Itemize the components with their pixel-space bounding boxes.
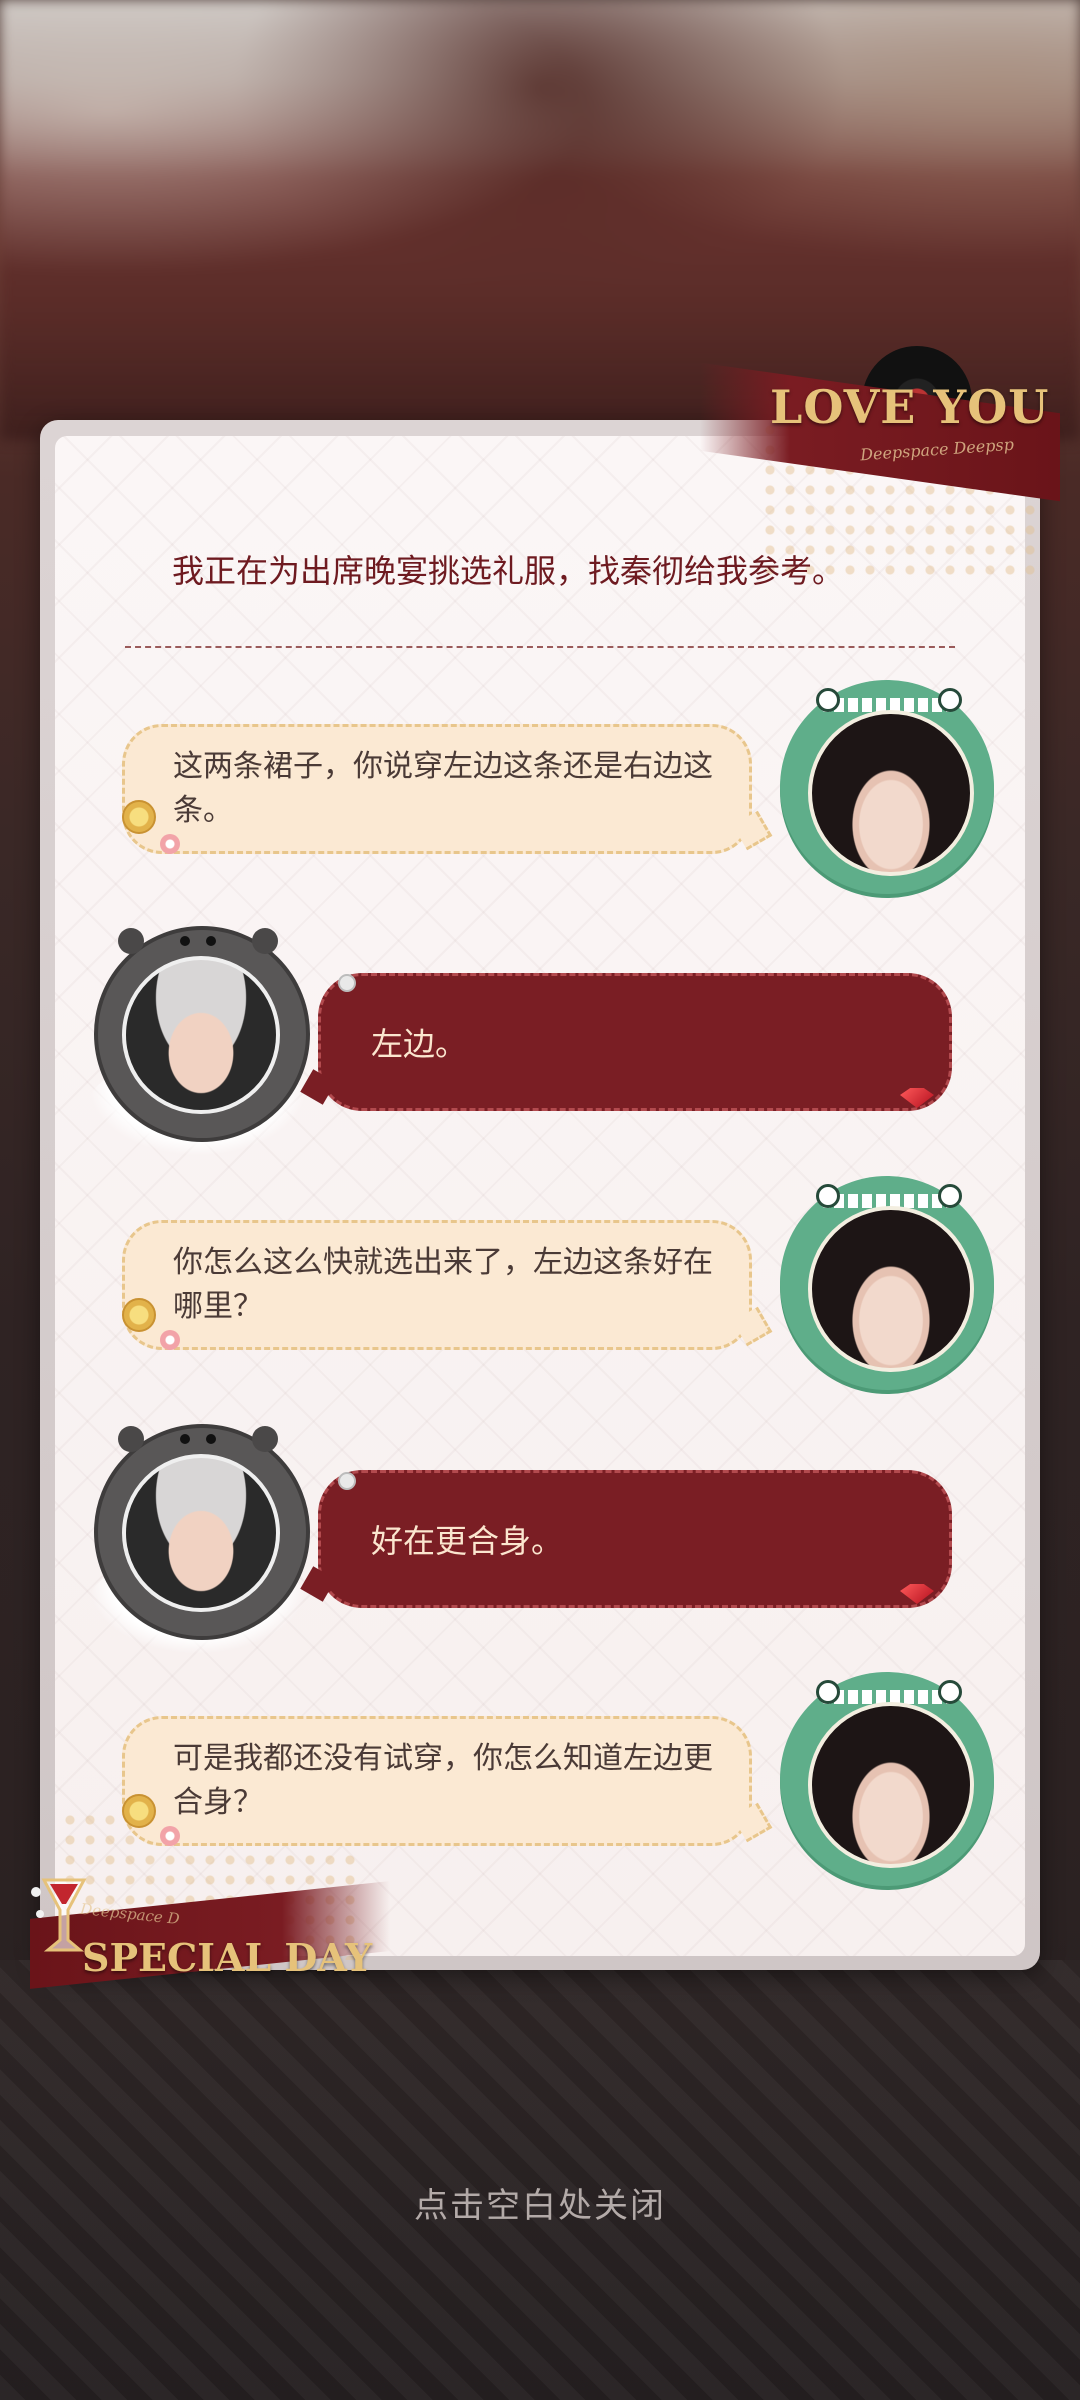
message-text: 这两条裙子，你说穿左边这条还是右边这条。 bbox=[173, 749, 713, 828]
coin-icon bbox=[122, 1794, 156, 1828]
avatar-eye bbox=[938, 1184, 962, 1208]
avatar-portrait bbox=[122, 1454, 280, 1612]
message-bubble-her: 你怎么这么快就选出来了，左边这条好在哪里？ bbox=[122, 1220, 752, 1350]
pin-icon bbox=[338, 1472, 356, 1490]
avatar-portrait bbox=[808, 1206, 974, 1372]
pin-icon bbox=[338, 974, 356, 992]
coin-icon bbox=[122, 1298, 156, 1332]
message-bubble-her: 可是我都还没有试穿，你怎么知道左边更合身？ bbox=[122, 1716, 752, 1846]
message-text: 你怎么这么快就选出来了，左边这条好在哪里？ bbox=[173, 1245, 713, 1324]
avatar-eye bbox=[180, 936, 190, 946]
avatar-eye bbox=[816, 688, 840, 712]
avatar-portrait bbox=[122, 956, 280, 1114]
avatar-portrait bbox=[808, 1702, 974, 1868]
message-text: 可是我都还没有试穿，你怎么知道左边更合身？ bbox=[173, 1741, 713, 1820]
avatar-eye bbox=[816, 1680, 840, 1704]
avatar-portrait bbox=[808, 710, 974, 876]
avatar-him[interactable] bbox=[88, 1424, 310, 1654]
avatar-ear bbox=[252, 1426, 278, 1452]
avatar-eye bbox=[816, 1184, 840, 1208]
message-bubble-him: 好在更合身。 bbox=[318, 1470, 952, 1608]
avatar-her[interactable] bbox=[780, 1176, 994, 1390]
avatar-her[interactable] bbox=[780, 680, 994, 894]
coin-icon bbox=[122, 800, 156, 834]
chat-prompt: 我正在为出席晚宴挑选礼服，找秦彻给我参考。 bbox=[172, 552, 845, 590]
flower-icon bbox=[160, 1330, 180, 1350]
avatar-ear bbox=[118, 1426, 144, 1452]
avatar-eye bbox=[938, 688, 962, 712]
wine-glass-icon bbox=[31, 1878, 87, 1952]
avatar-her[interactable] bbox=[780, 1672, 994, 1886]
avatar-ear bbox=[118, 928, 144, 954]
message-text: 左边。 bbox=[371, 1025, 468, 1063]
avatar-ear bbox=[252, 928, 278, 954]
avatar-eye bbox=[206, 936, 216, 946]
close-hint[interactable]: 点击空白处关闭 bbox=[0, 2178, 1080, 2227]
message-bubble-him: 左边。 bbox=[318, 973, 952, 1111]
avatar-eye bbox=[938, 1680, 962, 1704]
avatar-eye bbox=[206, 1434, 216, 1444]
avatar-eye bbox=[180, 1434, 190, 1444]
avatar-him[interactable] bbox=[88, 926, 310, 1156]
message-text: 好在更合身。 bbox=[371, 1522, 564, 1560]
message-bubble-her: 这两条裙子，你说穿左边这条还是右边这条。 bbox=[122, 724, 752, 854]
header-divider bbox=[125, 646, 955, 648]
flower-icon bbox=[160, 1826, 180, 1846]
flower-icon bbox=[160, 834, 180, 854]
special-day-label: SPECIAL DAY bbox=[82, 1935, 373, 1980]
